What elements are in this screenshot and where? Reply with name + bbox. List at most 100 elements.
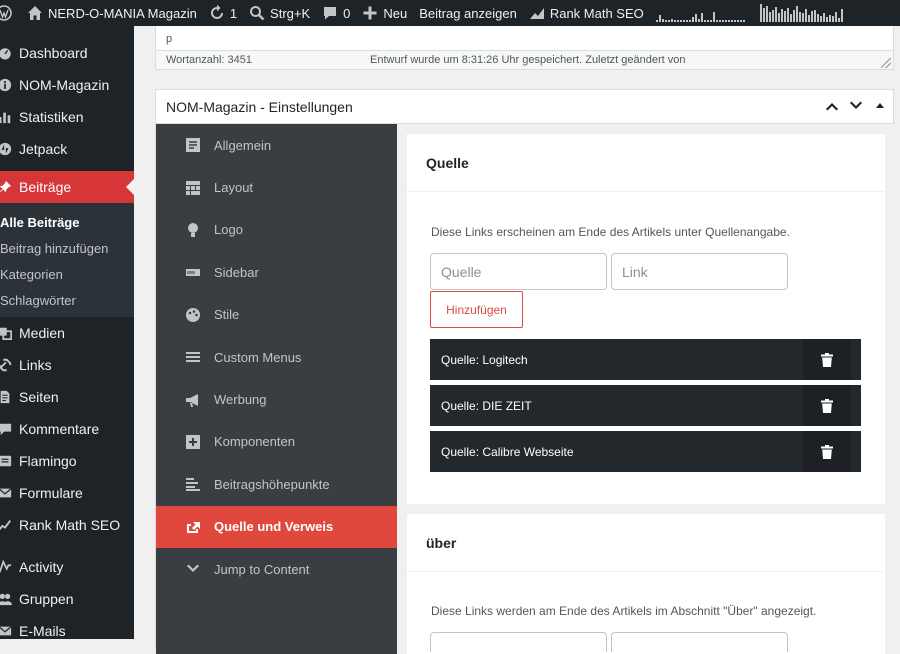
add-source-button[interactable]: Hinzufügen (430, 291, 523, 328)
menu-item-jetpack[interactable]: Jetpack (0, 133, 134, 165)
editor-bottom: p Wortanzahl: 3451 Entwurf wurde um 8:31… (155, 26, 894, 70)
element-path[interactable]: p (166, 33, 172, 45)
comments-count: 0 (343, 5, 351, 21)
metabox-controls (825, 98, 887, 114)
menu-item-rank-math[interactable]: Rank Math SEO (0, 509, 134, 541)
menu-item-gruppen[interactable]: Gruppen (0, 583, 134, 615)
nav-sidebar[interactable]: Sidebar (156, 251, 397, 293)
rank-math-link[interactable]: Rank Math SEO (523, 0, 650, 26)
source-input[interactable] (430, 253, 607, 290)
submenu-add-post[interactable]: Beitrag hinzufügen (0, 235, 134, 261)
nav-quelle-und-verweis[interactable]: Quelle und Verweis (156, 505, 397, 548)
layout-icon (186, 180, 200, 195)
comments-link[interactable]: 0 (316, 0, 356, 26)
menu-item-links[interactable]: Links (0, 349, 134, 381)
nav-label: Logo (214, 222, 243, 238)
menu-item-formulare[interactable]: Formulare (0, 477, 134, 509)
nav-label: Sidebar (214, 264, 259, 280)
menu-item-kommentare[interactable]: Kommentare (0, 413, 134, 445)
submenu-categories[interactable]: Kategorien (0, 261, 134, 287)
shortcut-label: Strg+K (270, 5, 311, 21)
comment-icon (0, 421, 12, 437)
stats-sparkline-large[interactable] (759, 4, 843, 22)
updates-count: 1 (229, 5, 238, 21)
link-icon (0, 357, 12, 373)
nav-werbung[interactable]: Werbung (156, 378, 397, 420)
menu-item-nom-magazin[interactable]: NOM-Magazin (0, 69, 134, 101)
menu-item-dashboard[interactable]: Dashboard (0, 37, 134, 69)
view-post-link[interactable]: Beitrag anzeigen (413, 0, 523, 26)
link-input[interactable] (611, 253, 788, 290)
menu-label: Flamingo (19, 453, 77, 469)
nav-label: Layout (214, 180, 254, 196)
triangle-up-icon (876, 103, 884, 108)
menu-item-seiten[interactable]: Seiten (0, 381, 134, 413)
nav-stile[interactable]: Stile (156, 294, 397, 336)
menu-icon (186, 350, 200, 364)
chart-icon (0, 517, 12, 533)
ueber-title-input[interactable] (430, 632, 607, 652)
megaphone-icon (186, 393, 200, 407)
resize-handle[interactable] (881, 58, 891, 68)
submenu-tags[interactable]: Schlagwörter (0, 287, 134, 313)
ueber-link-input[interactable] (611, 632, 788, 652)
nav-label: Allgemein (214, 137, 272, 153)
move-up-button[interactable] (825, 98, 839, 114)
ueber-title: über (407, 514, 885, 572)
chevron-up-icon (826, 103, 838, 111)
nav-logo[interactable]: Logo (156, 209, 397, 251)
menu-item-statistiken[interactable]: Statistiken (0, 101, 134, 133)
menu-label: Kommentare (19, 421, 100, 437)
source-entry-label: Quelle: Calibre Webseite (441, 444, 574, 459)
move-down-button[interactable] (849, 98, 863, 114)
updates-link[interactable]: 1 (203, 0, 243, 26)
delete-source-button[interactable] (803, 385, 851, 426)
delete-source-button[interactable] (803, 431, 851, 472)
quelle-section: Quelle Diese Links erscheinen am Ende de… (407, 134, 885, 504)
site-name-link[interactable]: NERD-O-MANIA Magazin (21, 0, 203, 26)
source-entry: Quelle: Calibre Webseite (430, 431, 861, 472)
ueber-description: Diese Links werden am Ende des Artikels … (431, 604, 817, 618)
menu-label: Beiträge (19, 179, 72, 195)
word-count: Wortanzahl: 3451 (166, 54, 253, 66)
stats-icon (0, 109, 12, 125)
command-palette-link[interactable]: Strg+K (243, 0, 316, 26)
menu-label: Dashboard (19, 45, 88, 61)
search-icon (249, 5, 265, 21)
menu-item-flamingo[interactable]: Flamingo (0, 445, 134, 477)
nav-beitragshoehepunkte[interactable]: Beitragshöhepunkte (156, 463, 397, 505)
nav-allgemein[interactable]: Allgemein (156, 124, 397, 166)
toggle-panel-button[interactable] (873, 98, 887, 114)
settings-content: Quelle Diese Links erscheinen am Ende de… (397, 124, 894, 654)
pin-icon (0, 179, 12, 195)
nav-label: Werbung (214, 392, 267, 408)
stats-sparkline-small[interactable] (655, 4, 748, 22)
menu-item-emails[interactable]: E-Mails (0, 615, 134, 639)
submenu-all-posts[interactable]: Alle Beiträge (0, 209, 134, 235)
menu-item-beitraege[interactable]: Beiträge (0, 171, 134, 203)
menu-label: E-Mails (19, 623, 66, 639)
bulb-icon (186, 222, 200, 237)
nav-jump-to-content[interactable]: Jump to Content (156, 548, 397, 590)
menu-item-medien[interactable]: Medien (0, 317, 134, 349)
mail-icon (0, 485, 12, 501)
settings-nav: Allgemein Layout Logo Sidebar Stile Cust… (156, 124, 397, 654)
nav-layout[interactable]: Layout (156, 166, 397, 208)
settings-icon (186, 138, 200, 153)
delete-source-button[interactable] (803, 339, 851, 380)
activity-icon (0, 559, 12, 575)
nav-custom-menus[interactable]: Custom Menus (156, 336, 397, 378)
page-icon (0, 389, 12, 405)
menu-item-activity[interactable]: Activity (0, 551, 134, 583)
draft-status: Entwurf wurde um 8:31:26 Uhr gespeichert… (370, 54, 686, 66)
rank-math-icon (529, 5, 545, 21)
source-entry-label: Quelle: DIE ZEIT (441, 398, 532, 413)
nav-komponenten[interactable]: Komponenten (156, 421, 397, 463)
share-icon (186, 520, 200, 534)
new-content-link[interactable]: Neu (356, 0, 413, 26)
nav-label: Komponenten (214, 434, 295, 450)
media-icon (0, 325, 12, 341)
menu-label: Gruppen (19, 591, 74, 607)
wordpress-logo-menu[interactable] (0, 0, 21, 26)
highlights-icon (186, 477, 200, 492)
